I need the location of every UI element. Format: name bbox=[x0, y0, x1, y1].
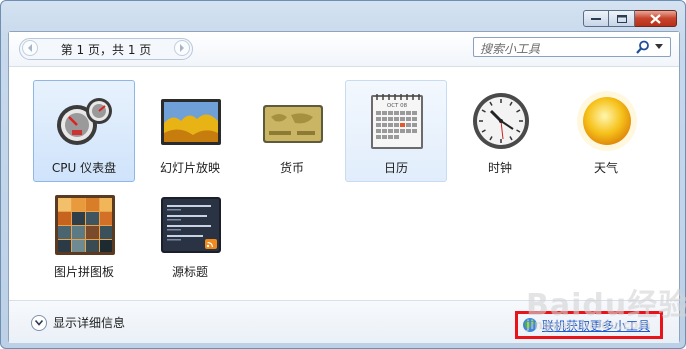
minimize-button[interactable] bbox=[583, 10, 609, 27]
page-navigator: 第 1 页，共 1 页 bbox=[19, 38, 193, 60]
gadget-picture-puzzle[interactable]: 图片拼图板 bbox=[33, 184, 135, 286]
gadget-label: 日历 bbox=[383, 161, 408, 175]
gadget-feed-headlines[interactable]: 源标题 bbox=[139, 184, 241, 286]
close-button[interactable] bbox=[635, 10, 677, 27]
gadget-label: 天气 bbox=[593, 161, 618, 175]
currency-card-icon bbox=[263, 105, 323, 143]
chevron-left-icon bbox=[28, 44, 32, 52]
gadget-calendar[interactable]: OCT 08 日历 bbox=[345, 80, 447, 182]
minimize-icon bbox=[591, 17, 601, 20]
sun-icon bbox=[577, 91, 637, 151]
gadget-cpu-meter[interactable]: CPU 仪表盘 bbox=[33, 80, 135, 182]
gadget-label: 幻灯片放映 bbox=[159, 161, 220, 175]
picture-puzzle-icon bbox=[55, 195, 115, 255]
search-gadgets-field[interactable]: 搜索小工具 bbox=[473, 37, 671, 57]
gadget-clock[interactable]: 时钟 bbox=[449, 80, 551, 182]
gadget-label: 时钟 bbox=[487, 161, 512, 175]
get-more-gadgets-online-link[interactable]: 联机获取更多小工具 bbox=[515, 311, 663, 339]
get-more-gadgets-label: 联机获取更多小工具 bbox=[542, 318, 651, 333]
globe-icon bbox=[523, 318, 537, 332]
chevron-down-icon[interactable] bbox=[655, 44, 663, 49]
clock-icon bbox=[473, 93, 529, 149]
show-details-button[interactable]: 显示详细信息 bbox=[31, 314, 125, 331]
search-placeholder: 搜索小工具 bbox=[480, 42, 541, 56]
feed-headlines-icon bbox=[161, 197, 221, 253]
gadget-label: 图片拼图板 bbox=[53, 265, 114, 279]
gadget-gallery-window: 第 1 页，共 1 页 搜索小工具 CPU 仪表盘 幻灯片放映 货币 OCT 0… bbox=[0, 0, 686, 349]
gadget-slideshow[interactable]: 幻灯片放映 bbox=[139, 80, 241, 182]
calendar-icon: OCT 08 bbox=[371, 94, 423, 149]
chevron-down-icon bbox=[31, 314, 47, 331]
gadget-weather[interactable]: 天气 bbox=[555, 80, 657, 182]
maximize-icon bbox=[616, 14, 627, 23]
search-icon[interactable] bbox=[636, 40, 650, 54]
slideshow-icon bbox=[161, 99, 221, 145]
gadget-label: 源标题 bbox=[171, 265, 208, 279]
show-details-label: 显示详细信息 bbox=[53, 316, 126, 330]
gadget-currency[interactable]: 货币 bbox=[241, 80, 343, 182]
close-icon bbox=[650, 13, 661, 24]
next-page-button[interactable] bbox=[174, 40, 190, 56]
chevron-right-icon bbox=[180, 44, 184, 52]
gadget-label: CPU 仪表盘 bbox=[51, 161, 117, 175]
svg-text:OCT 08: OCT 08 bbox=[387, 103, 408, 109]
window-controls bbox=[583, 10, 677, 27]
maximize-button[interactable] bbox=[609, 10, 635, 27]
prev-page-button[interactable] bbox=[22, 40, 38, 56]
page-indicator: 第 1 页，共 1 页 bbox=[60, 43, 152, 57]
gadget-panel: 第 1 页，共 1 页 搜索小工具 CPU 仪表盘 幻灯片放映 货币 OCT 0… bbox=[8, 31, 680, 343]
cpu-gauge-icon bbox=[57, 98, 112, 145]
gadget-label: 货币 bbox=[279, 161, 304, 175]
footer-bar: 显示详细信息 联机获取更多小工具 bbox=[9, 300, 679, 343]
toolbar: 第 1 页，共 1 页 搜索小工具 bbox=[9, 32, 679, 67]
